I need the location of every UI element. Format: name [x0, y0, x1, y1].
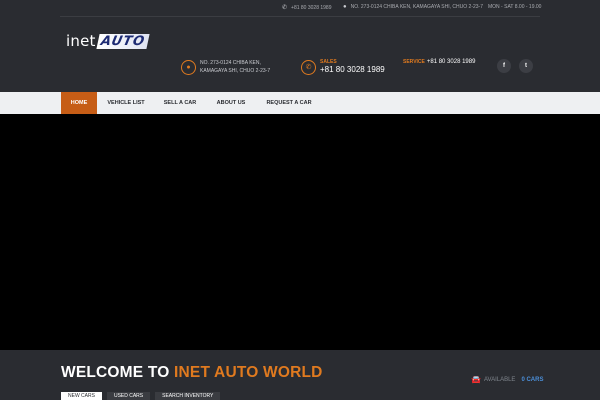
contact-address: ● NO. 273-0124 CHIBA KEN, KAMAGAYA SHI, … [181, 59, 270, 75]
main-nav: HOME VEHICLE LIST SELL A CAR ABOUT US RE… [0, 92, 600, 114]
twitter-icon[interactable]: t [519, 59, 533, 73]
sales-number: +81 80 3028 1989 [320, 65, 385, 74]
phone-icon: ✆ [301, 59, 316, 75]
available-label: AVAILABLE [483, 376, 516, 383]
nav-home[interactable]: HOME [61, 92, 97, 114]
phone-icon: ✆ [282, 5, 288, 11]
welcome-title-part1: WELCOME TO [61, 364, 170, 381]
available-cars: 🚘 AVAILABLE 0 CARS [471, 375, 543, 384]
nav-vehicle-list[interactable]: VEHICLE LIST [100, 92, 152, 114]
address-line-1: NO. 273-0124 CHIBA KEN, [200, 60, 261, 66]
address-line-2: KAMAGAYA SHI, CHUO 2-23-7 [200, 68, 271, 74]
service-label: SERVICE [403, 59, 425, 65]
welcome-title-part2: INET AUTO WORLD [174, 364, 323, 381]
site-logo[interactable]: inet AUTO [66, 32, 150, 50]
map-pin-icon: ● [343, 4, 347, 10]
topbar-address-text: NO. 273-0124 CHIBA KEN, KAMAGAYA SHI, CH… [350, 4, 483, 10]
logo-prefix: inet [66, 32, 96, 50]
tab-new-cars[interactable]: NEW CARS [61, 392, 102, 400]
tab-used-cars[interactable]: USED CARS [106, 392, 151, 400]
welcome-section: WELCOME TO INET AUTO WORLD 🚘 AVAILABLE 0… [0, 350, 600, 400]
car-icon: 🚘 [471, 375, 481, 384]
hero-banner [0, 114, 600, 350]
topbar-phone[interactable]: ✆ +81 80 3028 1989 [282, 4, 332, 12]
contact-service[interactable]: SERVICE +81 80 3028 1989 [403, 59, 475, 65]
welcome-title: WELCOME TO INET AUTO WORLD [61, 364, 323, 382]
inventory-tabs: NEW CARS USED CARS SEARCH INVENTORY [61, 392, 225, 400]
available-count: 0 CARS [521, 376, 544, 383]
site-header: ✆ +81 80 3028 1989 ● NO. 273-0124 CHIBA … [0, 0, 600, 92]
service-number: +81 80 3028 1989 [426, 59, 476, 65]
nav-about-us[interactable]: ABOUT US [207, 92, 255, 114]
logo-brand: AUTO [95, 33, 150, 49]
facebook-icon[interactable]: f [497, 59, 511, 73]
nav-request-a-car[interactable]: REQUEST A CAR [258, 92, 320, 114]
top-bar: ✆ +81 80 3028 1989 ● NO. 273-0124 CHIBA … [60, 0, 541, 17]
tab-search-inventory[interactable]: SEARCH INVENTORY [155, 392, 221, 400]
topbar-hours-text: MON - SAT 8.00 - 19.00 [488, 4, 542, 10]
map-pin-icon: ● [181, 59, 196, 75]
nav-sell-a-car[interactable]: SELL A CAR [156, 92, 204, 114]
topbar-hours: MON - SAT 8.00 - 19.00 [488, 4, 541, 10]
topbar-phone-text: +81 80 3028 1989 [291, 4, 332, 11]
topbar-address: ● NO. 273-0124 CHIBA KEN, KAMAGAYA SHI, … [343, 4, 483, 10]
contact-sales[interactable]: ✆ SALES +81 80 3028 1989 [301, 59, 385, 75]
